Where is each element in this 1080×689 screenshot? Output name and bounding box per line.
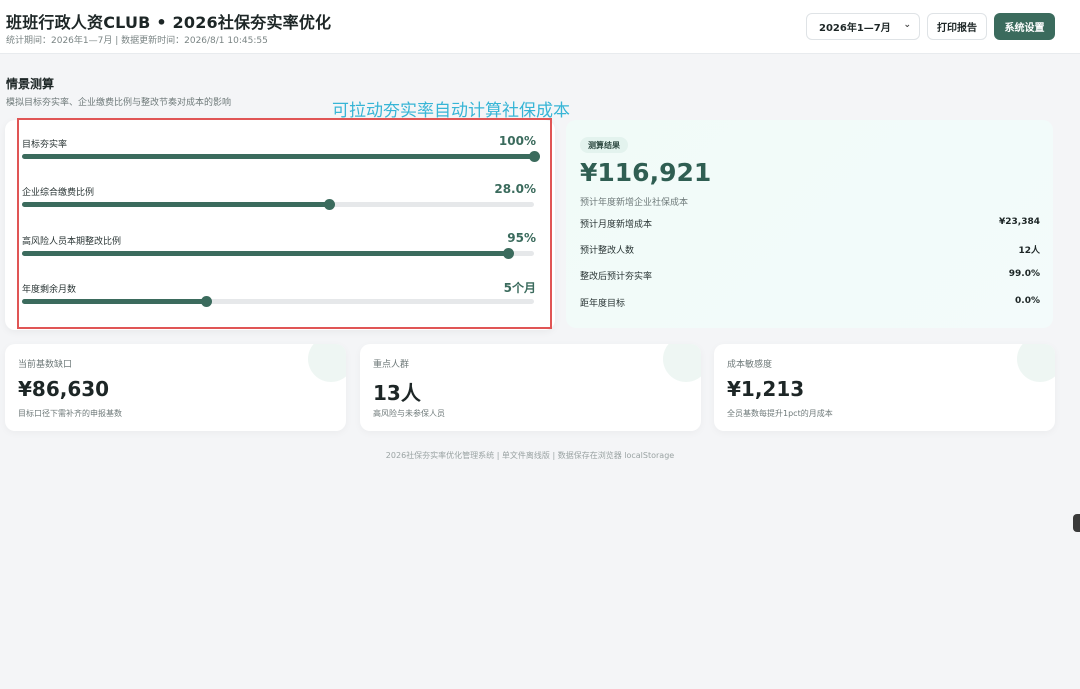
result-amount: ¥116,921 <box>580 158 712 187</box>
edge-handle <box>1073 514 1080 532</box>
slider-fill <box>22 299 207 304</box>
kpi-card-cost-sensitivity: 成本敏感度 ¥1,213 全员基数每提升1pct的月成本 <box>714 344 1055 431</box>
card-decoration <box>1017 344 1055 382</box>
result-row-value: 12人 <box>1018 246 1040 256</box>
slider-label: 年度剩余月数 <box>22 285 77 295</box>
annotation-note: 可拉动夯实率自动计算社保成本 <box>332 101 570 121</box>
kpi-label: 重点人群 <box>373 360 410 370</box>
section-subtitle: 模拟目标夯实率、企业缴费比例与整改节奏对成本的影响 <box>6 98 232 108</box>
card-decoration <box>308 344 346 382</box>
slider-track[interactable] <box>22 199 534 210</box>
slider-remaining-months: 年度剩余月数 5个月 <box>22 281 536 312</box>
slider-contribution-ratio: 企业综合缴费比例 28.0% <box>22 182 536 215</box>
kpi-note: 全员基数每提升1pct的月成本 <box>727 409 833 418</box>
result-row: 预计月度新增成本 ¥23,384 <box>580 217 1040 231</box>
kpi-value: 13人 <box>373 381 421 405</box>
slider-thumb[interactable] <box>503 248 515 259</box>
kpi-note: 高风险与未参保人员 <box>373 409 445 418</box>
slider-rectification-ratio: 高风险人员本期整改比例 95% <box>22 231 536 264</box>
slider-label: 高风险人员本期整改比例 <box>22 237 122 247</box>
update-meta: 统计期间：2026年1—7月 | 数据更新时间：2026/8/1 10:45:5… <box>6 36 268 46</box>
slider-thumb[interactable] <box>324 199 336 210</box>
result-row-label: 预计月度新增成本 <box>580 220 653 230</box>
kpi-label: 当前基数缺口 <box>18 360 73 370</box>
result-row-value: ¥23,384 <box>999 217 1040 227</box>
app-header: 班班行政人资CLUB • 2026社保夯实率优化 统计期间：2026年1—7月 … <box>0 0 1080 54</box>
result-row: 预计整改人数 12人 <box>580 243 1040 257</box>
chevron-down-icon: ⌄ <box>903 20 911 30</box>
kpi-card-base-gap: 当前基数缺口 ¥86,630 目标口径下需补齐的申报基数 <box>5 344 346 431</box>
section-title: 情景测算 <box>6 77 55 91</box>
slider-label: 目标夯实率 <box>22 140 68 150</box>
result-row-value: 99.0% <box>1008 269 1040 279</box>
kpi-value: ¥86,630 <box>18 377 110 401</box>
result-row-label: 整改后预计夯实率 <box>580 272 653 282</box>
slider-value: 28.0% <box>494 182 536 196</box>
result-row-label: 预计整改人数 <box>580 246 635 256</box>
kpi-label: 成本敏感度 <box>727 360 773 370</box>
card-decoration <box>663 344 701 382</box>
slider-value: 95% <box>507 231 536 245</box>
result-row: 距年度目标 0.0% <box>580 296 1040 310</box>
slider-track[interactable] <box>22 296 534 307</box>
result-caption: 预计年度新增企业社保成本 <box>580 198 689 208</box>
app-title: 班班行政人资CLUB • 2026社保夯实率优化 <box>6 13 332 32</box>
slider-thumb[interactable] <box>529 151 540 162</box>
kpi-card-key-group: 重点人群 13人 高风险与未参保人员 <box>360 344 701 431</box>
slider-track[interactable] <box>22 248 534 259</box>
footer-text: 2026社保夯实率优化管理系统 | 单文件离线版 | 数据保存在浏览器 loca… <box>385 451 675 460</box>
result-row-label: 距年度目标 <box>580 299 626 309</box>
slider-value: 5个月 <box>503 281 536 295</box>
print-report-button[interactable]: 打印报告 <box>927 13 987 40</box>
kpi-value: ¥1,213 <box>727 377 805 401</box>
slider-fill <box>22 251 509 256</box>
slider-thumb[interactable] <box>201 296 213 307</box>
slider-value: 100% <box>498 134 536 148</box>
result-row: 整改后预计夯实率 99.0% <box>580 269 1040 283</box>
slider-target-rate: 目标夯实率 100% <box>22 134 540 167</box>
period-select-value: 2026年1—7月 <box>819 23 891 34</box>
kpi-note: 目标口径下需补齐的申报基数 <box>18 409 122 418</box>
system-settings-button[interactable]: 系统设置 <box>994 13 1055 40</box>
result-row-value: 0.0% <box>1015 296 1040 306</box>
slider-label: 企业综合缴费比例 <box>22 188 95 198</box>
slider-fill <box>22 202 330 207</box>
result-tag: 测算结果 <box>580 137 628 153</box>
slider-track[interactable] <box>22 151 540 162</box>
period-select[interactable]: 2026年1—7月 ⌄ <box>806 13 920 40</box>
slider-fill <box>22 154 534 159</box>
